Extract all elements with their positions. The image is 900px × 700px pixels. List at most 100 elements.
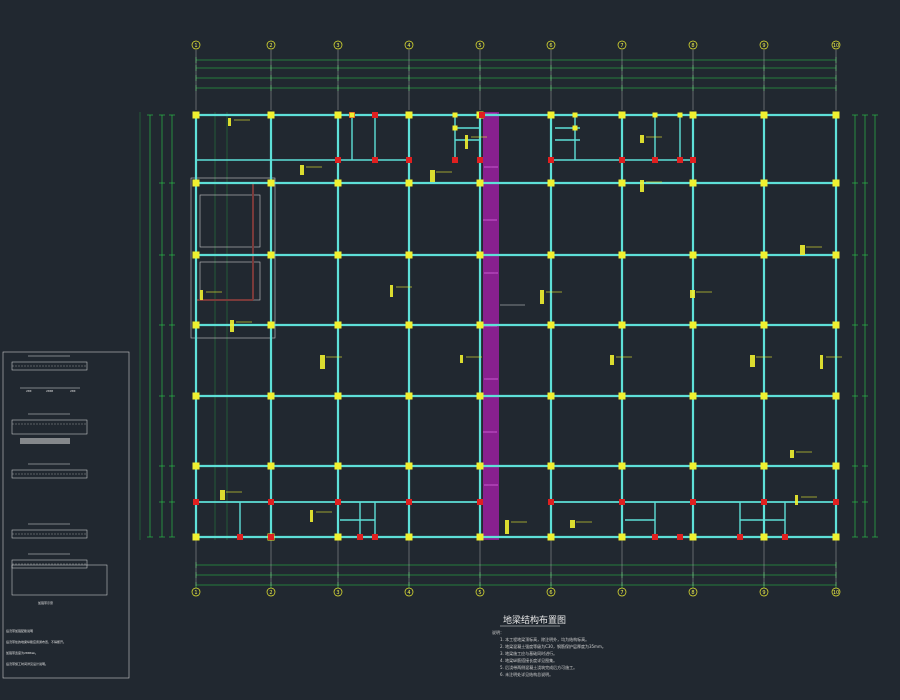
column-red [652,534,658,540]
column [832,533,840,541]
column [832,179,840,187]
beam-label-mark [230,320,234,332]
detail-section-outline [11,564,108,596]
beam-label-mark [610,355,614,365]
axis-label-7: 7 [620,43,623,49]
column [547,179,555,187]
band-hatch-dot [493,431,495,433]
column-small [349,112,355,118]
axis-label-6: 6 [549,43,552,49]
column-red [690,499,696,505]
band-hatch-dot [484,272,486,274]
band-hatch-dot [487,431,489,433]
wall-box [199,194,261,248]
column-small [452,112,458,118]
column [192,111,200,119]
column [760,533,768,541]
column [689,111,697,119]
column [832,251,840,259]
column [334,321,342,329]
drawing-notes: 说明： 1. 本工程地梁顶标高，除注明外，均为结构标高。 2. 地梁混凝土强度等… [492,629,606,677]
band-hatch-dot [494,166,496,168]
column [192,321,200,329]
column-red [479,112,485,118]
column-small [652,112,658,118]
note-3: 3. 地梁施工应与基础同时进行。 [500,650,557,656]
band-hatch-dot [483,431,485,433]
band-hatch-dot [490,272,492,274]
beam-label-mark [430,170,435,182]
column-red [477,499,483,505]
band-hatch-dot [487,219,489,221]
column-red [690,157,696,163]
column [832,321,840,329]
column [618,533,626,541]
column-red [268,499,274,505]
wall-outlines [190,177,276,339]
beam-label-mark [540,290,544,304]
band-hatch-dot [486,166,488,168]
column-red [452,157,458,163]
column [334,251,342,259]
band-hatch-dot [496,484,498,486]
column-red [193,499,199,505]
column-red [335,499,341,505]
column-small [572,125,578,131]
column [334,533,342,541]
column [547,533,555,541]
column-red [737,534,743,540]
detail-panel: 200 2000 200 加强带示意后浇带加强配筋说明后浇带处的地梁纵筋应贯通布置，不… [2,351,130,679]
column [689,533,697,541]
beam-label-mark [750,355,755,367]
column [476,321,484,329]
axis-label-2: 2 [269,590,272,596]
column-small [452,125,458,131]
beam-label-mark [465,135,468,149]
note-6: 6. 未注明处详见结构总说明。 [500,671,553,677]
beam-label-mark [300,165,304,175]
column-red [406,499,412,505]
axis-label-4: 4 [407,590,410,596]
column-red [548,499,554,505]
column [618,111,626,119]
column [476,533,484,541]
column [267,111,275,119]
column [547,111,555,119]
wall-box [199,261,261,301]
beam-label-mark [790,450,794,458]
column [405,251,413,259]
band-hatch-dot [488,166,490,168]
beam-label-mark [505,520,509,534]
column-red [357,534,363,540]
band-hatch-dot [489,219,491,221]
column [618,321,626,329]
column [405,462,413,470]
band-hatch-dot [484,378,486,380]
column-red [548,157,554,163]
column [689,462,697,470]
band-hatch-dot [485,431,487,433]
column [547,392,555,400]
column-red [335,157,341,163]
axis-label-8: 8 [691,590,694,596]
column-red [619,499,625,505]
ground-beams [194,113,838,539]
column [405,321,413,329]
note-5: 5. 后浇带两侧混凝土浇筑完成后方可施工。 [500,664,577,670]
column [476,179,484,187]
band-hatch-dot [491,219,493,221]
axis-label-1: 1 [194,590,197,596]
column-red [477,157,483,163]
column [267,321,275,329]
detail-note-4: 后浇带施工时间详见设计说明。 [6,661,48,666]
column [476,462,484,470]
band-hatch-dot [495,219,497,221]
band-hatch-dot [491,431,493,433]
column [334,179,342,187]
column-red [652,157,658,163]
axis-label-9: 9 [762,590,765,596]
column [760,462,768,470]
beam-label-mark [320,355,325,369]
detail-note-3: 加强带宽度为2000mm。 [6,650,38,655]
column [192,251,200,259]
